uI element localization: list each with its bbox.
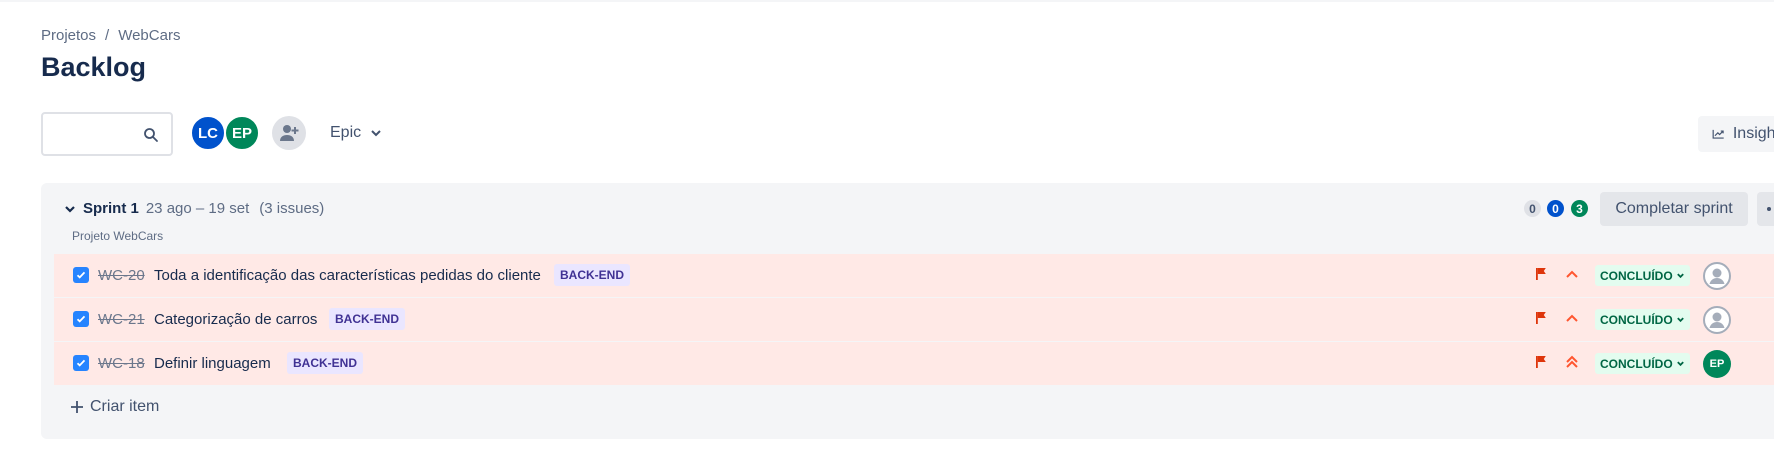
issue-key[interactable]: WC-21 bbox=[98, 311, 145, 328]
task-type-icon bbox=[73, 355, 89, 371]
sprint-project-label: Projeto WebCars bbox=[72, 229, 164, 243]
issue-summary[interactable]: Definir linguagem bbox=[154, 355, 271, 372]
in-progress-count-badge: 0 bbox=[1547, 200, 1564, 217]
priority-high-icon bbox=[1566, 270, 1578, 278]
more-dots-icon bbox=[1767, 207, 1771, 211]
epic-badge[interactable]: BACK-END bbox=[287, 352, 363, 374]
trend-chart-icon bbox=[1712, 129, 1724, 139]
done-count-badge: 3 bbox=[1571, 200, 1588, 217]
status-dropdown[interactable]: CONCLUÍDO bbox=[1595, 309, 1690, 330]
chevron-down-icon bbox=[1676, 361, 1684, 367]
sprint-dates: 23 ago – 19 set bbox=[145, 200, 250, 217]
epic-badge[interactable]: BACK-END bbox=[554, 264, 630, 286]
issue-row[interactable]: WC-18 Definir linguagem BACK-END CONCLUÍ… bbox=[54, 342, 1774, 385]
epic-filter-dropdown[interactable]: Epic bbox=[330, 124, 382, 142]
breadcrumb-separator: / bbox=[105, 27, 110, 44]
insights-button[interactable]: Insights bbox=[1698, 116, 1774, 152]
task-type-icon bbox=[73, 267, 89, 283]
status-label: CONCLUÍDO bbox=[1600, 356, 1673, 371]
status-dropdown[interactable]: CONCLUÍDO bbox=[1595, 353, 1690, 374]
issue-summary[interactable]: Categorização de carros bbox=[154, 311, 317, 328]
issue-row[interactable]: WC-20 Toda a identificação das caracterí… bbox=[54, 254, 1774, 297]
issue-key[interactable]: WC-20 bbox=[98, 267, 145, 284]
top-divider bbox=[0, 0, 1774, 2]
page-title: Backlog bbox=[41, 52, 147, 82]
sprint-name: Sprint 1 bbox=[83, 200, 139, 217]
avatar-initials: LC bbox=[198, 124, 218, 142]
status-label: CONCLUÍDO bbox=[1600, 268, 1673, 283]
assignee-avatar[interactable]: EP bbox=[1703, 350, 1731, 378]
sprint-issue-count: (3 issues) bbox=[259, 200, 325, 217]
epic-badge[interactable]: BACK-END bbox=[329, 308, 405, 330]
chevron-down-icon bbox=[1676, 317, 1684, 323]
task-type-icon bbox=[73, 311, 89, 327]
chevron-down-icon bbox=[1676, 273, 1684, 279]
chevron-down-icon bbox=[371, 130, 381, 137]
avatar-initials: EP bbox=[231, 124, 252, 142]
avatar-ep[interactable]: EP bbox=[224, 115, 260, 151]
create-item-button[interactable]: Criar item bbox=[70, 398, 159, 416]
flag-icon bbox=[1536, 312, 1546, 324]
chevron-down-icon[interactable] bbox=[64, 203, 76, 215]
issue-key[interactable]: WC-18 bbox=[98, 355, 145, 372]
flag-icon bbox=[1536, 268, 1546, 280]
issue-row[interactable]: WC-21 Categorização de carros BACK-END C… bbox=[54, 298, 1774, 341]
todo-count-badge: 0 bbox=[1524, 200, 1541, 217]
flag-icon bbox=[1536, 356, 1546, 368]
create-item-label: Criar item bbox=[90, 398, 160, 415]
sprint-header[interactable]: Sprint 1 23 ago – 19 set (3 issues) bbox=[64, 200, 324, 217]
more-actions-button[interactable] bbox=[1757, 192, 1774, 226]
breadcrumb-project-link[interactable]: WebCars bbox=[118, 27, 180, 44]
unassigned-avatar-icon[interactable] bbox=[1703, 262, 1731, 290]
priority-highest-icon bbox=[1566, 355, 1578, 368]
epic-filter-label: Epic bbox=[330, 124, 362, 141]
priority-high-icon bbox=[1566, 314, 1578, 322]
avatar-lc[interactable]: LC bbox=[190, 115, 226, 151]
plus-icon bbox=[71, 401, 83, 413]
status-dropdown[interactable]: CONCLUÍDO bbox=[1595, 265, 1690, 286]
add-people-button[interactable] bbox=[272, 116, 306, 150]
issue-summary[interactable]: Toda a identificação das características… bbox=[154, 267, 541, 284]
status-label: CONCLUÍDO bbox=[1600, 312, 1673, 327]
breadcrumb-projects-link[interactable]: Projetos bbox=[41, 27, 96, 44]
add-user-icon bbox=[280, 125, 299, 141]
insights-label: Insights bbox=[1732, 125, 1774, 142]
search-input[interactable] bbox=[41, 112, 173, 156]
complete-sprint-button[interactable]: Completar sprint bbox=[1600, 192, 1748, 226]
search-icon bbox=[144, 128, 158, 142]
unassigned-avatar-icon[interactable] bbox=[1703, 306, 1731, 334]
breadcrumb: Projetos / WebCars bbox=[41, 27, 180, 44]
